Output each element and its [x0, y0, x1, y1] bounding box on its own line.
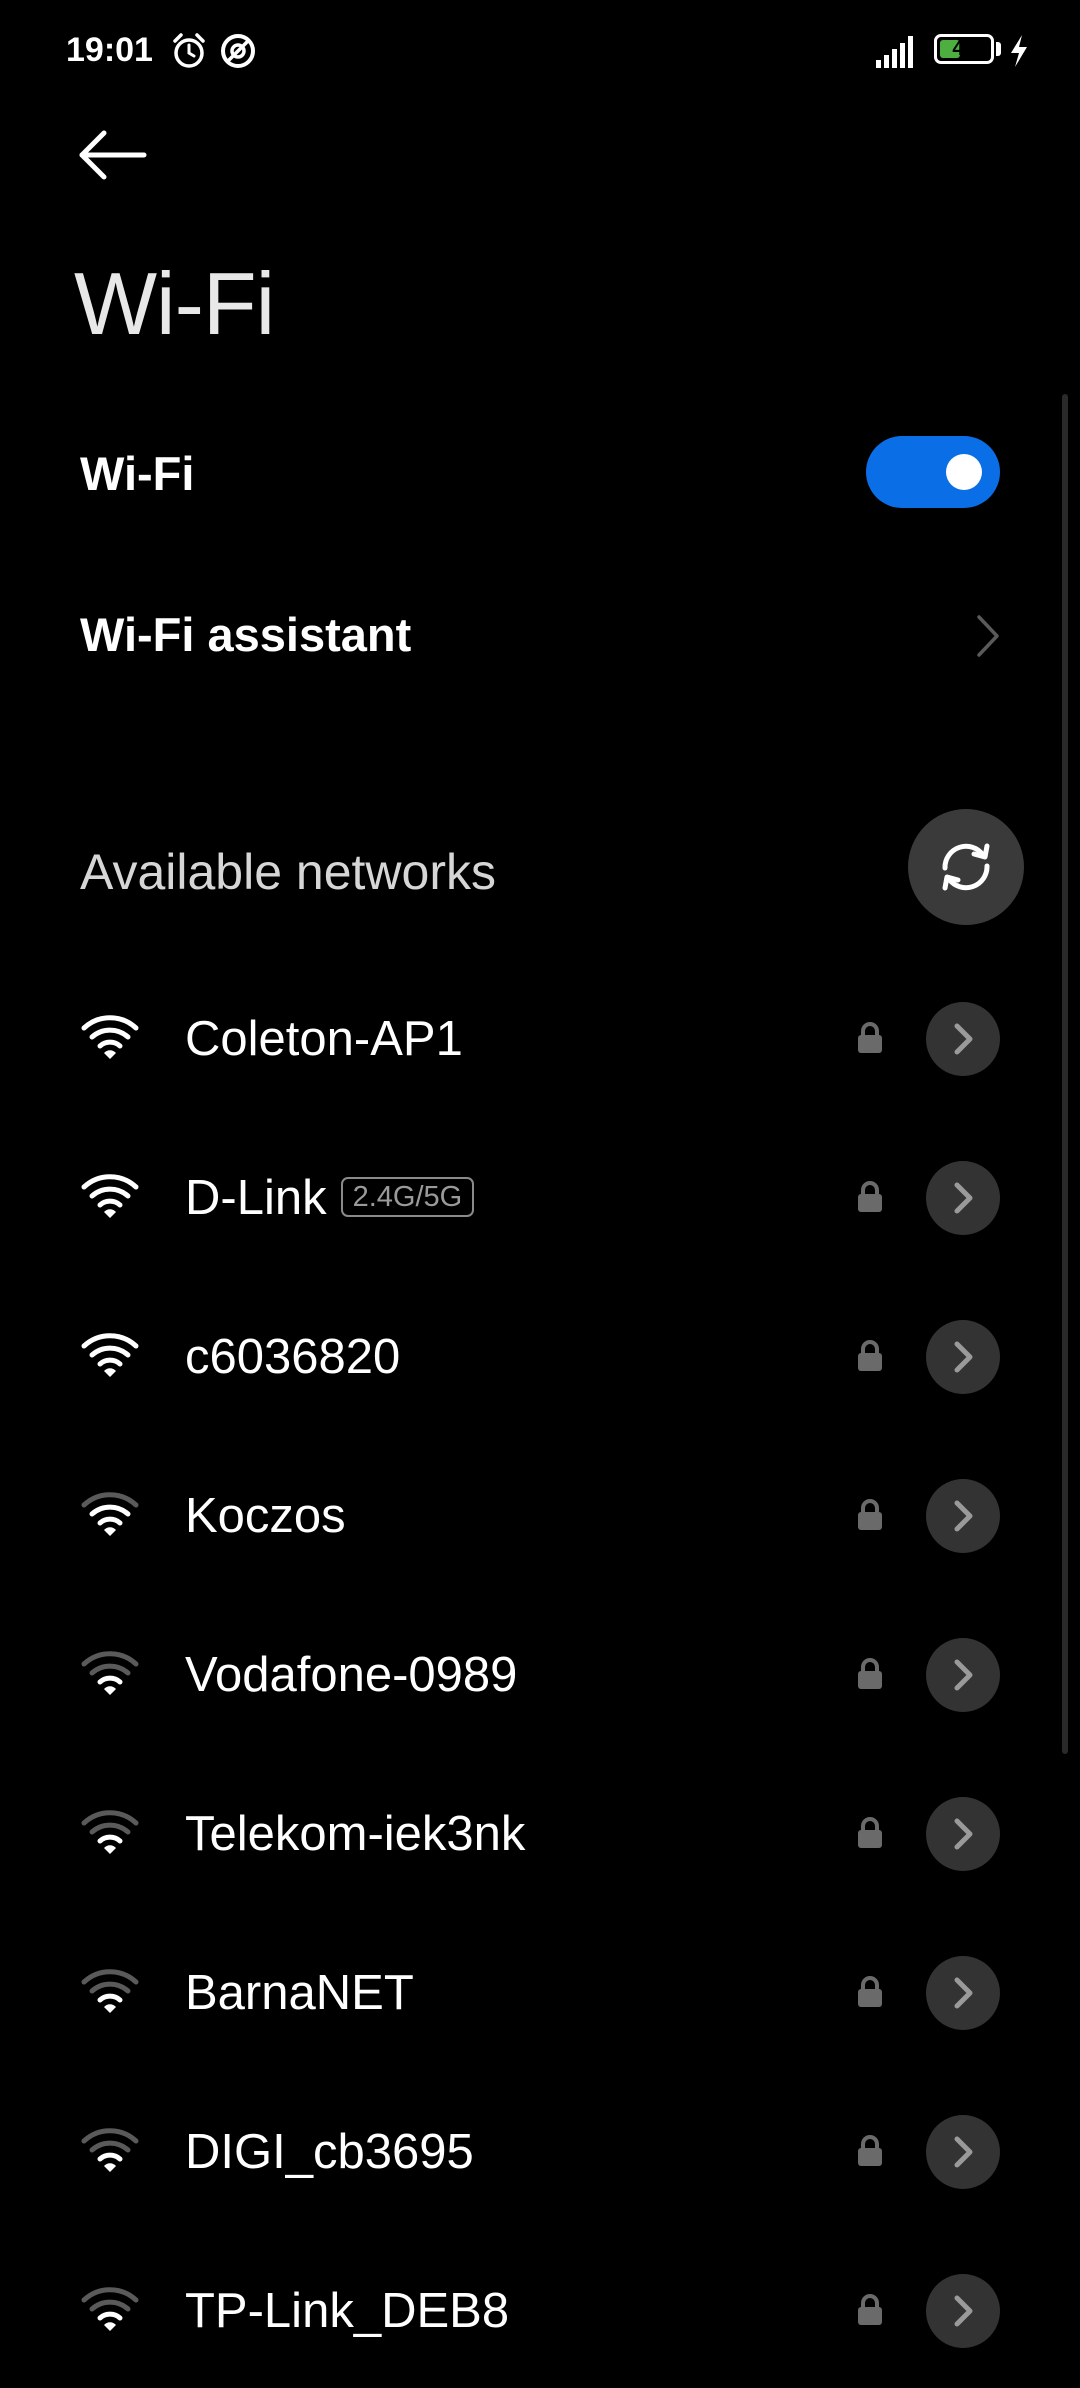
toggle-knob — [946, 454, 982, 490]
available-networks-title: Available networks — [80, 844, 496, 900]
wifi-signal-icon — [81, 2287, 139, 2331]
lock-icon — [858, 1181, 882, 1212]
lock-icon — [858, 1340, 882, 1371]
alarm-icon — [173, 33, 205, 68]
network-row[interactable]: c6036820 — [0, 1284, 1080, 1434]
network-name-text: TP-Link_DEB8 — [185, 2284, 510, 2338]
network-row[interactable]: Koczos — [0, 1443, 1080, 1593]
battery-nub — [996, 42, 1001, 56]
network-details-button[interactable] — [926, 2115, 1000, 2189]
charging-icon — [1011, 35, 1027, 67]
network-name-text: BarnaNET — [185, 1966, 414, 2020]
network-details-button[interactable] — [926, 1320, 1000, 1394]
lock-icon — [858, 2135, 882, 2166]
chevron-right-icon — [954, 1818, 973, 1850]
wifi-signal-icon — [81, 2128, 139, 2172]
chevron-right-icon — [954, 1182, 973, 1214]
network-name: TP-Link_DEB8 — [185, 2282, 509, 2340]
network-name-text: Koczos — [185, 1489, 346, 1543]
status-time: 19:01 — [66, 31, 153, 69]
battery-level: 41 — [952, 37, 976, 60]
wifi-assistant-label: Wi-Fi assistant — [80, 608, 412, 661]
network-details-button[interactable] — [926, 1002, 1000, 1076]
lock-icon — [858, 1658, 882, 1689]
network-details-button[interactable] — [926, 2274, 1000, 2348]
chevron-right-icon — [954, 1659, 973, 1691]
network-details-button[interactable] — [926, 1479, 1000, 1553]
refresh-icon — [942, 843, 990, 891]
network-name-text: Telekom-iek3nk — [185, 1807, 526, 1861]
network-name: Coleton-AP1 — [185, 1010, 463, 1068]
lock-icon — [858, 1976, 882, 2007]
network-row[interactable]: BarnaNET — [0, 1920, 1080, 2070]
chevron-right-icon — [954, 2295, 973, 2327]
lock-icon — [858, 2294, 882, 2325]
network-row[interactable]: D-Link 2.4G/5G — [0, 1125, 1080, 1275]
network-name: Koczos — [185, 1487, 346, 1545]
network-name-text: DIGI_cb3695 — [185, 2125, 474, 2179]
chevron-right-icon — [954, 1977, 973, 2009]
network-name: Vodafone-0989 — [185, 1646, 517, 1704]
network-name: c6036820 — [185, 1328, 400, 1386]
back-arrow-icon[interactable] — [76, 122, 156, 192]
refresh-button[interactable] — [908, 809, 1024, 925]
network-name: DIGI_cb3695 — [185, 2123, 474, 2181]
dnd-icon — [221, 34, 255, 68]
network-row[interactable]: DIGI_cb3695 — [0, 2079, 1080, 2229]
wifi-signal-icon — [81, 1651, 139, 1695]
lock-icon — [858, 1499, 882, 1530]
network-name: Telekom-iek3nk — [185, 1805, 525, 1863]
network-row[interactable]: Telekom-iek3nk — [0, 1761, 1080, 1911]
network-name: BarnaNET — [185, 1964, 414, 2022]
chevron-right-icon — [954, 2136, 973, 2168]
chevron-right-icon — [977, 615, 999, 657]
band-badge: 2.4G/5G — [340, 1177, 475, 1218]
battery-icon: 41 — [934, 34, 994, 64]
network-details-button[interactable] — [926, 1638, 1000, 1712]
network-row[interactable]: Coleton-AP1 — [0, 966, 1080, 1116]
wifi-signal-icon — [81, 1015, 139, 1059]
network-details-button[interactable] — [926, 1956, 1000, 2030]
network-name-text: Vodafone-0989 — [185, 1648, 518, 1702]
page-title: Wi-Fi — [74, 254, 275, 353]
scrollbar[interactable] — [1062, 394, 1068, 1754]
network-name-text: c6036820 — [185, 1330, 401, 1384]
chevron-right-icon — [954, 1500, 973, 1532]
wifi-signal-icon — [81, 1174, 139, 1218]
network-details-button[interactable] — [926, 1797, 1000, 1871]
network-row[interactable]: TP-Link_DEB8 — [0, 2238, 1080, 2388]
wifi-toggle-label: Wi-Fi — [80, 447, 195, 500]
network-details-button[interactable] — [926, 1161, 1000, 1235]
lock-icon — [858, 1022, 882, 1053]
wifi-signal-icon — [81, 1810, 139, 1854]
signal-icon — [876, 36, 913, 68]
wifi-signal-icon — [81, 1333, 139, 1377]
network-name-text: D-Link — [185, 1171, 327, 1225]
chevron-right-icon — [954, 1341, 973, 1373]
wifi-assistant-row[interactable]: Wi-Fi assistant — [0, 570, 1080, 700]
wifi-signal-icon — [81, 1969, 139, 2013]
wifi-toggle-switch[interactable] — [866, 436, 1000, 508]
network-name-text: Coleton-AP1 — [185, 1012, 463, 1066]
chevron-right-icon — [954, 1023, 973, 1055]
lock-icon — [858, 1817, 882, 1848]
network-name: D-Link 2.4G/5G — [185, 1169, 475, 1227]
network-row[interactable]: Vodafone-0989 — [0, 1602, 1080, 1752]
wifi-signal-icon — [81, 1492, 139, 1536]
